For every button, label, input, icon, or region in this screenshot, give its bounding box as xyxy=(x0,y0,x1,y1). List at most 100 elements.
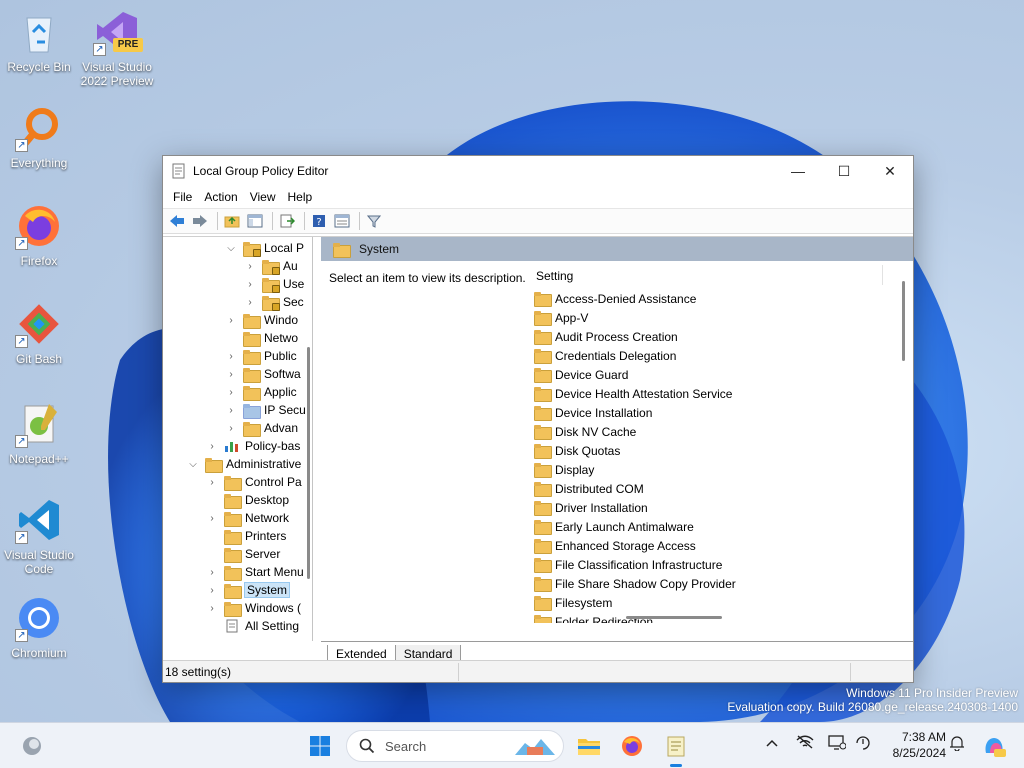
scrollbar-thumb[interactable] xyxy=(902,281,905,361)
file-explorer-icon[interactable] xyxy=(573,731,605,761)
expander-icon[interactable]: ⌵ xyxy=(225,243,237,254)
tree-item[interactable]: › Applic xyxy=(225,383,297,401)
expander-icon[interactable]: › xyxy=(244,279,256,290)
expander-icon[interactable]: › xyxy=(225,405,237,416)
list-item[interactable]: Device Installation xyxy=(534,403,652,422)
expander-icon[interactable]: ⌵ xyxy=(187,459,199,470)
list-item[interactable]: Audit Process Creation xyxy=(534,327,678,346)
expander-icon[interactable]: › xyxy=(244,261,256,272)
desktop-icon-everything[interactable]: ↗ Everything xyxy=(0,104,78,170)
list-item[interactable]: Disk NV Cache xyxy=(534,422,636,441)
column-header-setting[interactable]: Setting xyxy=(536,269,573,283)
menu-file[interactable]: File xyxy=(167,190,198,204)
copilot-icon[interactable] xyxy=(978,731,1010,761)
menu-action[interactable]: Action xyxy=(198,190,243,204)
list-item[interactable]: File Share Shadow Copy Provider xyxy=(534,574,736,593)
menu-view[interactable]: View xyxy=(244,190,282,204)
list-item[interactable]: Filesystem xyxy=(534,593,612,612)
notepad-taskbar-icon[interactable] xyxy=(660,731,692,767)
help-icon[interactable]: ? xyxy=(309,211,329,231)
menu-help[interactable]: Help xyxy=(282,190,319,204)
expander-icon[interactable]: › xyxy=(225,369,237,380)
expander-icon[interactable]: › xyxy=(206,603,218,614)
minimize-button[interactable]: — xyxy=(775,156,821,186)
tree-item[interactable]: › IP Secu xyxy=(225,401,306,419)
tree-item[interactable]: › Use xyxy=(244,275,304,293)
list-item[interactable]: File Classification Infrastructure xyxy=(534,555,722,574)
tree-item[interactable]: Server xyxy=(206,545,280,563)
expander-icon[interactable]: › xyxy=(206,441,218,452)
list-item[interactable]: Disk Quotas xyxy=(534,441,620,460)
battery-icon[interactable] xyxy=(854,735,872,754)
expander-icon[interactable]: › xyxy=(225,351,237,362)
tree-item[interactable]: › Public xyxy=(225,347,297,365)
desktop-icon-notepad-plus-plus[interactable]: ↗ Notepad++ xyxy=(0,400,78,466)
tree-item[interactable]: › Advan xyxy=(225,419,298,437)
list-item[interactable]: Driver Installation xyxy=(534,498,648,517)
filter-icon[interactable] xyxy=(364,211,384,231)
list-item[interactable]: Enhanced Storage Access xyxy=(534,536,696,555)
list-item[interactable]: Distributed COM xyxy=(534,479,644,498)
up-folder-icon[interactable] xyxy=(222,211,242,231)
list-vertical-scrollbar[interactable] xyxy=(901,281,907,613)
tree-item[interactable]: Printers xyxy=(206,527,286,545)
tree-item[interactable]: ⌵ Local P xyxy=(225,239,304,257)
tree-item[interactable]: ⌵ Administrative xyxy=(187,455,301,473)
tree-item[interactable]: All Setting xyxy=(206,617,299,635)
title-bar[interactable]: Local Group Policy Editor — ☐ ✕ xyxy=(163,156,913,186)
expander-icon[interactable]: › xyxy=(225,423,237,434)
desktop-icon-visual-studio-code[interactable]: ↗ Visual Studio Code xyxy=(0,496,78,576)
scrollbar-thumb[interactable] xyxy=(307,347,310,579)
back-icon[interactable] xyxy=(167,211,187,231)
tree-item[interactable]: › Softwa xyxy=(225,365,301,383)
desktop-icon-git-bash[interactable]: ↗ Git Bash xyxy=(0,300,78,366)
desktop-icon-visual-studio-2022-preview[interactable]: PRE ↗ Visual Studio 2022 Preview xyxy=(78,8,156,88)
export-list-icon[interactable] xyxy=(277,211,297,231)
expander-icon[interactable]: › xyxy=(206,477,218,488)
tree-item[interactable]: › Control Pa xyxy=(206,473,302,491)
firefox-taskbar-icon[interactable] xyxy=(616,731,648,761)
chevron-up-icon[interactable] xyxy=(766,735,778,750)
tree-item[interactable]: › Network xyxy=(206,509,289,527)
show-hide-console-tree-icon[interactable] xyxy=(245,211,265,231)
start-icon[interactable] xyxy=(304,731,336,761)
maximize-button[interactable]: ☐ xyxy=(821,156,867,186)
expander-icon[interactable]: › xyxy=(206,585,218,596)
expander-icon[interactable]: › xyxy=(225,387,237,398)
list-item[interactable]: Display xyxy=(534,460,594,479)
expander-icon[interactable]: › xyxy=(206,567,218,578)
tree-item[interactable]: Desktop xyxy=(206,491,289,509)
list-item[interactable]: Device Health Attestation Service xyxy=(534,384,732,403)
close-button[interactable]: ✕ xyxy=(867,156,913,186)
tree-item[interactable]: Netwo xyxy=(225,329,298,347)
expander-icon[interactable]: › xyxy=(206,513,218,524)
desktop-icon-firefox[interactable]: ↗ Firefox xyxy=(0,202,78,268)
display-icon[interactable] xyxy=(828,735,847,754)
list-item[interactable]: App-V xyxy=(534,308,588,327)
taskbar-clock[interactable]: 7:38 AM 8/25/2024 xyxy=(880,729,946,761)
tree-item-system[interactable]: › System xyxy=(206,581,291,599)
expander-icon[interactable]: › xyxy=(225,315,237,326)
desktop-icon-recycle-bin[interactable]: Recycle Bin xyxy=(0,8,78,74)
widgets-icon[interactable] xyxy=(16,731,48,761)
properties-icon[interactable] xyxy=(332,211,352,231)
column-separator[interactable] xyxy=(882,265,883,285)
desktop-icon-chromium[interactable]: ↗ Chromium xyxy=(0,594,78,660)
forward-icon[interactable] xyxy=(190,211,210,231)
tree-item[interactable]: › Windows ( xyxy=(206,599,301,617)
list-item[interactable]: Device Guard xyxy=(534,365,628,384)
notification-bell-icon[interactable] xyxy=(950,735,964,754)
tree-item[interactable]: › Windo xyxy=(225,311,298,329)
expander-icon[interactable]: › xyxy=(244,297,256,308)
tree-item[interactable]: › Au xyxy=(244,257,298,275)
tree-item[interactable]: › Start Menu xyxy=(206,563,304,581)
tree-item[interactable]: › Policy-bas xyxy=(206,437,300,455)
tree-item[interactable]: › Sec xyxy=(244,293,304,311)
list-horizontal-scrollbar[interactable] xyxy=(626,616,722,619)
tree-scrollbar[interactable] xyxy=(304,237,312,641)
list-item[interactable]: Access-Denied Assistance xyxy=(534,289,696,308)
list-item[interactable]: Credentials Delegation xyxy=(534,346,676,365)
taskbar-search-box[interactable]: Search xyxy=(346,730,564,762)
list-item[interactable]: Early Launch Antimalware xyxy=(534,517,694,536)
network-off-icon[interactable] xyxy=(796,735,814,752)
